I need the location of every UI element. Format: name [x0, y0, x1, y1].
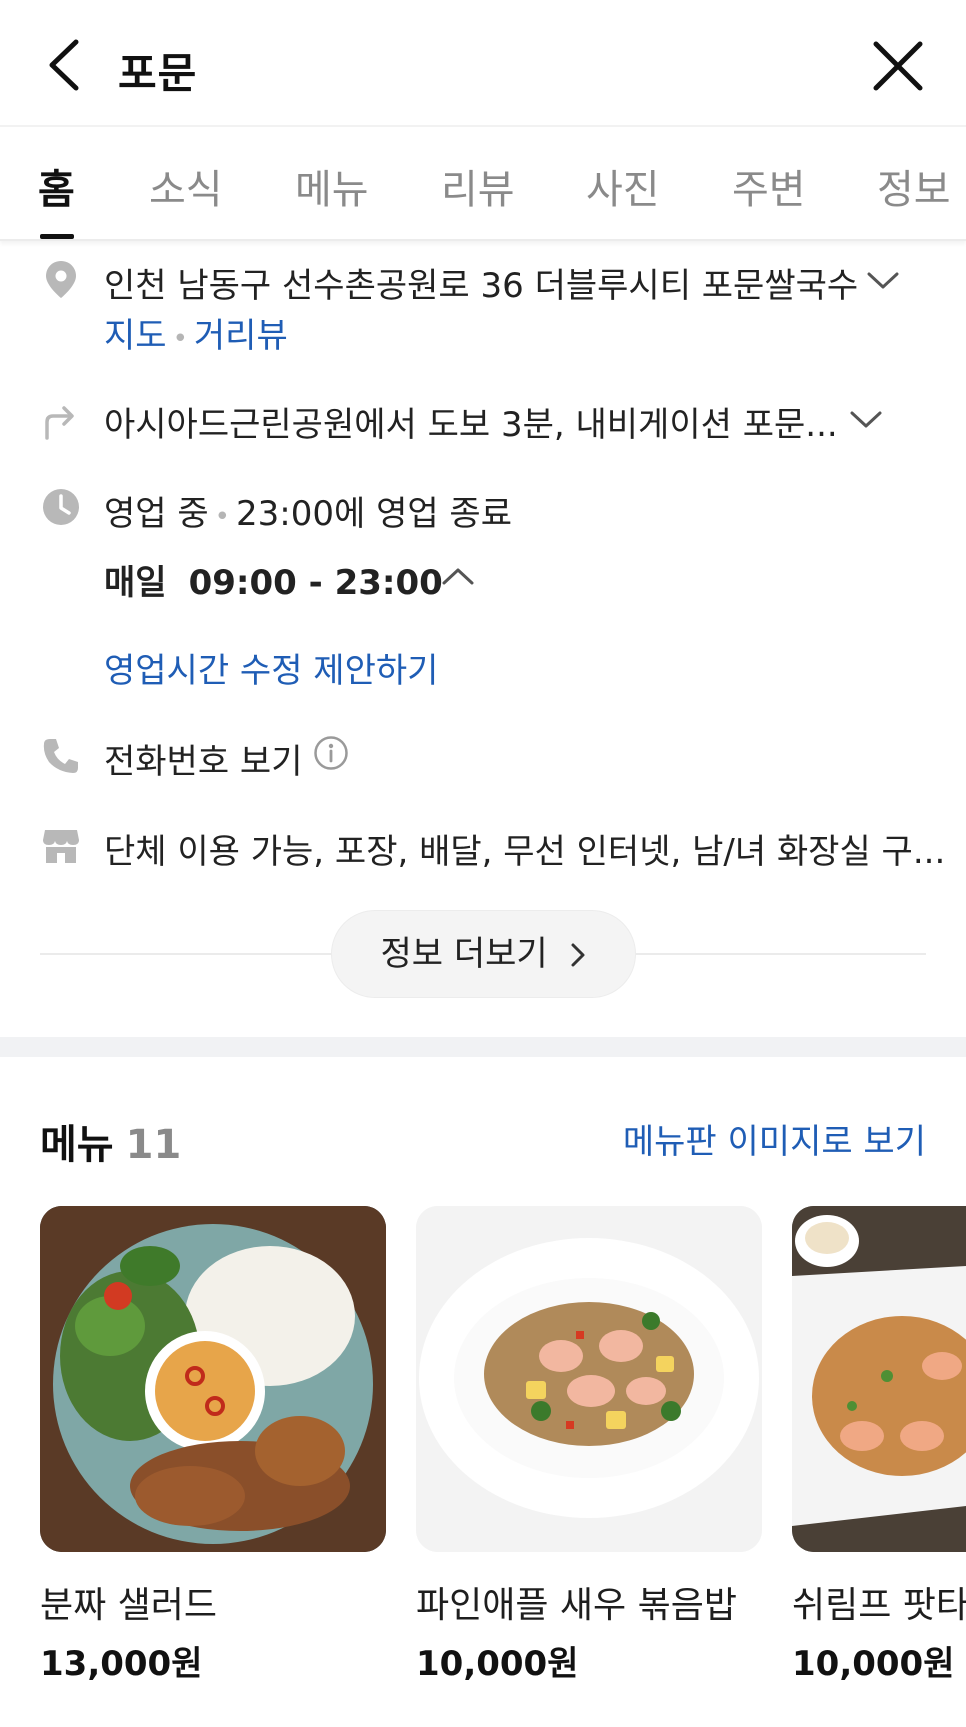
menu-item-price: 13,000원 [40, 1644, 203, 1684]
close-icon [873, 41, 923, 91]
info-circle-icon[interactable] [313, 735, 349, 771]
menu-item-card[interactable]: 파인애플 새우 볶음밥 10,000원 [416, 1206, 762, 1684]
header: 포문 [0, 0, 966, 127]
tab-photos[interactable]: 사진 [586, 157, 660, 215]
menu-count: 11 [125, 1122, 182, 1168]
phone-icon [43, 739, 78, 773]
section-divider [0, 1037, 966, 1057]
menu-item-card[interactable]: 분짜 샐러드 13,000원 [40, 1206, 386, 1684]
more-info-label: 정보 더보기 [380, 934, 548, 974]
menu-section-title: 메뉴 11 [40, 1112, 181, 1170]
hours-row[interactable]: 매일 09:00 - 23:00 [104, 555, 443, 604]
tab-home[interactable]: 홈 [38, 157, 75, 215]
phone-view-link[interactable]: 전화번호 보기 [104, 734, 303, 783]
directions-text: 아시아드근린공원에서 도보 3분, 내비게이션 포문... [104, 405, 838, 445]
separator-dot: • [172, 324, 188, 354]
facilities-text: 단체 이용 가능, 포장, 배달, 무선 인터넷, 남/녀 화장실 구... [104, 832, 946, 872]
menu-item-name: 쉬림프 팟타 [792, 1585, 966, 1626]
street-view-link[interactable]: 거리뷰 [194, 316, 288, 356]
menu-item-card[interactable]: 쉬림프 팟타 10,000원 [792, 1206, 966, 1684]
store-icon [43, 830, 79, 863]
map-links: 지도 • 거리뷰 [104, 308, 288, 357]
chevron-down-icon[interactable] [849, 409, 883, 431]
active-tab-indicator [40, 234, 74, 239]
hours-day: 매일 [104, 563, 167, 603]
menu-item-image [792, 1206, 966, 1552]
hours-time: 09:00 - 23:00 [188, 563, 443, 603]
open-status: 영업 중 [104, 494, 209, 534]
chevron-down-icon[interactable] [866, 270, 900, 292]
tab-info[interactable]: 정보 [877, 157, 951, 215]
tab-reviews[interactable]: 리뷰 [441, 157, 515, 215]
tab-bar: 홈 소식 메뉴 리뷰 사진 주변 정보 [0, 127, 966, 241]
menu-item-price: 10,000원 [792, 1644, 955, 1684]
close-button[interactable] [870, 38, 926, 94]
chevron-up-icon[interactable] [441, 565, 475, 587]
menu-board-link[interactable]: 메뉴판 이미지로 보기 [623, 1114, 926, 1163]
shrimp-pad-thai-image [792, 1206, 966, 1552]
business-status: 영업 중 • 23:00에 영업 종료 [104, 486, 512, 535]
closing-time: 23:00에 영업 종료 [236, 494, 512, 534]
tab-nearby[interactable]: 주변 [732, 157, 806, 215]
phone-label: 전화번호 보기 [104, 742, 303, 782]
directions-arrow-icon [45, 406, 74, 440]
menu-item-name: 분짜 샐러드 [40, 1585, 218, 1626]
page-title: 포문 [118, 49, 198, 98]
location-pin-icon [46, 261, 76, 298]
tab-menu[interactable]: 메뉴 [295, 157, 369, 215]
map-link[interactable]: 지도 [104, 316, 167, 356]
menu-item-name: 파인애플 새우 볶음밥 [416, 1585, 737, 1626]
menu-item-image [40, 1206, 386, 1552]
chevron-left-icon [49, 39, 79, 91]
menu-item-image [416, 1206, 762, 1552]
menu-title-label: 메뉴 [40, 1122, 114, 1168]
suggest-hours-link[interactable]: 영업시간 수정 제안하기 [104, 643, 438, 692]
clock-icon [43, 489, 79, 525]
address-text: 인천 남동구 선수촌공원로 36 더블루시티 포문쌀국수 [104, 266, 859, 306]
tab-news[interactable]: 소식 [149, 157, 223, 215]
chevron-right-icon [571, 943, 585, 967]
separator-dot: • [214, 502, 230, 532]
menu-item-price: 10,000원 [416, 1644, 579, 1684]
pineapple-shrimp-fried-rice-image [416, 1206, 762, 1552]
bun-cha-salad-image [40, 1206, 386, 1552]
back-button[interactable] [44, 38, 94, 92]
more-info-button[interactable]: 정보 더보기 [331, 910, 636, 998]
